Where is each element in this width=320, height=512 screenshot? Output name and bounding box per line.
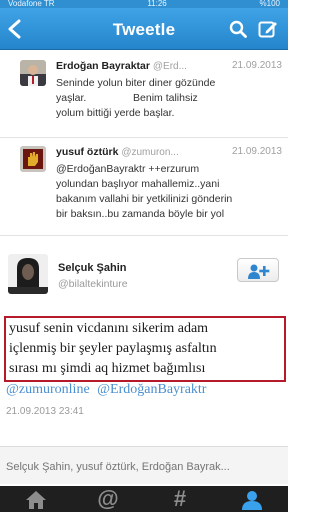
tweet-line: bir baksın..bu zamanda böyle bir yol xyxy=(56,208,225,220)
author-handle: @zumuron... xyxy=(121,147,179,158)
tweet-line: bakanım vallahi bir yetkilinizi gönderin xyxy=(56,193,233,205)
tweet-line: yusuf senin vicdanını sikerim adam xyxy=(9,321,209,336)
tweet-line: içlenmiş bir şeyler paylaşmış asfaltın xyxy=(9,341,217,356)
tweet-item[interactable]: Erdoğan Bayraktar @Erd... 21.09.2013 Sen… xyxy=(0,52,288,138)
compose-icon[interactable] xyxy=(258,19,278,39)
tweet-header: yusuf öztürk @zumuron... 21.09.2013 xyxy=(56,146,282,160)
avatar[interactable] xyxy=(20,60,46,86)
tweet-item[interactable]: yusuf öztürk @zumuron... 21.09.2013 @Erd… xyxy=(0,138,288,236)
at-sign-icon: @ xyxy=(97,486,119,511)
tab-mentions[interactable]: @ xyxy=(72,486,144,512)
tab-bar: @ # xyxy=(0,486,288,512)
reply-bar xyxy=(0,446,288,484)
author-name[interactable]: yusuf öztürk xyxy=(56,146,118,158)
follow-button[interactable] xyxy=(237,258,279,282)
navigation-bar: Tweetle xyxy=(0,8,288,50)
tweet-line: yaşlar. Benim talihsiz xyxy=(56,92,198,104)
author-name[interactable]: Selçuk Şahin xyxy=(58,262,126,274)
tweet-line: Seninde yolun biter diner gözünde xyxy=(56,77,216,89)
tweet-date: 21.09.2013 xyxy=(231,146,282,157)
clock-label: 11:26 xyxy=(147,0,167,8)
tweet-text: @ErdoğanBayraktr ++erzurum yolundan başl… xyxy=(56,162,280,222)
tweet-line: sırası mı şimdi aq hizmet bağımlısı xyxy=(9,361,206,376)
status-bar: Vodafone TR 11:26 %100 xyxy=(0,0,288,8)
home-icon xyxy=(26,491,46,509)
tweet-header: Erdoğan Bayraktar @Erd... 21.09.2013 xyxy=(56,60,282,74)
tweet-text-highlighted: yusuf senin vicdanını sikerim adam içlen… xyxy=(4,316,286,382)
carrier-label: Vodafone TR xyxy=(8,0,55,8)
author-name[interactable]: Erdoğan Bayraktar xyxy=(56,60,150,72)
battery-label: %100 xyxy=(259,0,280,8)
tweet-text: Seninde yolun biter diner gözünde yaşlar… xyxy=(56,76,280,121)
mention-link[interactable]: @zumuronline xyxy=(6,382,90,397)
follow-user-icon xyxy=(248,264,270,279)
avatar[interactable] xyxy=(20,146,46,172)
tweet-detail: Selçuk Şahin @bilaltekinture yusuf senin… xyxy=(0,246,288,431)
tab-discover[interactable]: # xyxy=(144,486,216,512)
user-icon xyxy=(242,491,262,510)
tab-me[interactable] xyxy=(216,486,288,512)
reply-input[interactable] xyxy=(4,456,284,478)
mention-links: @zumuronline @ErdoğanBayraktr xyxy=(6,382,210,398)
tweet-date: 21.09.2013 xyxy=(231,60,282,71)
author-handle: @bilaltekinture xyxy=(58,278,128,290)
tweet-line: yolundan başlıyor mahallemiz..yani xyxy=(56,178,220,190)
tweet-line: @ErdoğanBayraktr ++erzurum xyxy=(56,163,200,175)
tweet-line: yolum bittiği yerde başlar. xyxy=(56,107,175,119)
avatar[interactable] xyxy=(8,254,48,294)
tab-home[interactable] xyxy=(0,486,72,512)
search-icon[interactable] xyxy=(229,20,247,38)
author-handle: @Erd... xyxy=(152,61,187,72)
mention-link[interactable]: @ErdoğanBayraktr xyxy=(97,382,206,397)
tweet-timestamp: 21.09.2013 23:41 xyxy=(6,406,84,417)
hashtag-icon: # xyxy=(173,486,187,511)
